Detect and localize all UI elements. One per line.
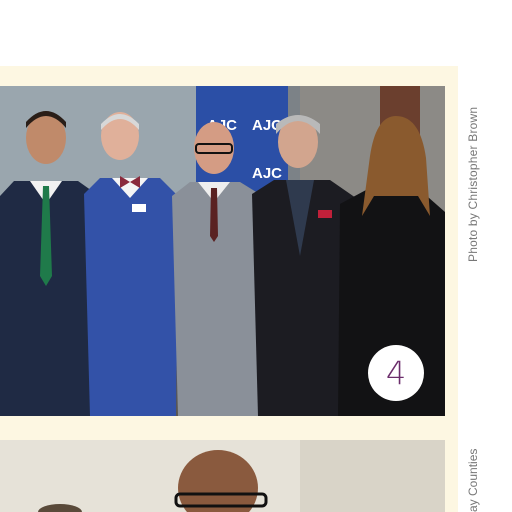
photo-credit: Photo by Christopher Brown [466, 106, 480, 262]
banner-logo-3: AJC [252, 165, 282, 182]
photo-number-badge: 4 [368, 345, 424, 401]
side-caption: ay Counties [466, 448, 480, 512]
photo-number: 4 [385, 354, 407, 392]
second-photo [0, 440, 445, 512]
